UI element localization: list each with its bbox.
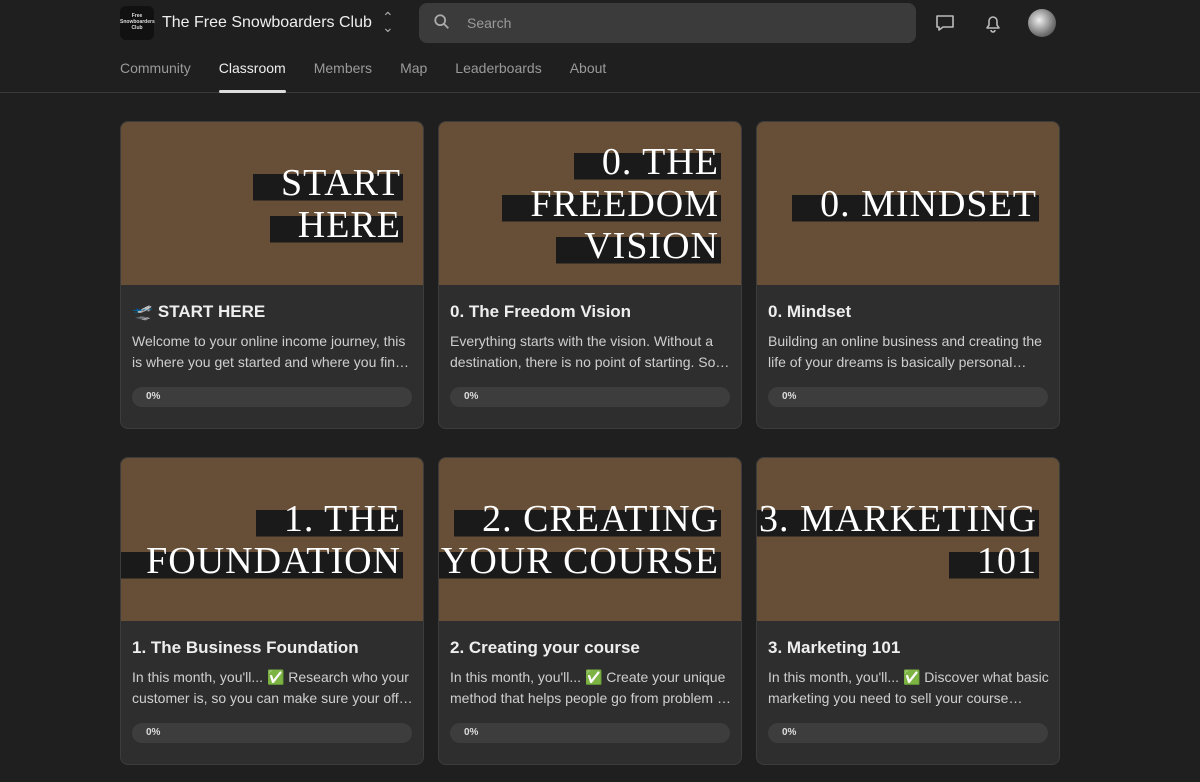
banner-line: START bbox=[252, 161, 403, 204]
progress-label: 0% bbox=[782, 391, 797, 402]
progress-label: 0% bbox=[146, 391, 161, 402]
course-card[interactable]: 0. MINDSET 0. Mindset Building an online … bbox=[756, 121, 1060, 429]
progress-bar: 0% bbox=[132, 723, 412, 743]
tab-leaderboards[interactable]: Leaderboards bbox=[455, 60, 541, 93]
banner-line: 101 bbox=[949, 539, 1039, 582]
search-icon bbox=[434, 14, 449, 29]
course-description: In this month, you'll... ✅ Create your u… bbox=[450, 669, 729, 706]
course-description: Everything starts with the vision. Witho… bbox=[450, 333, 716, 370]
group-switcher-icon[interactable]: ⌃ ⌄ bbox=[382, 10, 394, 34]
progress-label: 0% bbox=[782, 727, 797, 738]
banner-line: FREEDOM bbox=[502, 182, 721, 225]
course-banner: 1. THE FOUNDATION bbox=[121, 458, 423, 621]
banner-line: 0. THE bbox=[573, 140, 721, 183]
banner-line: 0. MINDSET bbox=[792, 182, 1039, 225]
course-card[interactable]: 3. MARKETING 101 3. Marketing 101 In this … bbox=[756, 457, 1060, 765]
course-title: 2. Creating your course bbox=[450, 638, 640, 657]
banner-line: 1. THE bbox=[255, 497, 403, 540]
top-bar: Free Snowboarders Club The Free Snowboarde… bbox=[0, 0, 1200, 93]
course-banner: 2. CREATING YOUR COURSE bbox=[439, 458, 741, 621]
user-avatar[interactable] bbox=[1028, 9, 1056, 37]
course-title: 0. Mindset bbox=[768, 302, 852, 321]
course-description: In this month, you'll... ✅ Discover what… bbox=[768, 669, 1049, 706]
tab-map[interactable]: Map bbox=[400, 60, 427, 93]
course-card[interactable]: START HERE 🛫 START HERE Welcome to your on… bbox=[120, 121, 424, 429]
progress-label: 0% bbox=[464, 727, 479, 738]
progress-bar: 0% bbox=[768, 387, 1048, 407]
nav-tabs: Community Classroom Members Map Leaderbo… bbox=[120, 60, 634, 93]
course-card[interactable]: 0. THE FREEDOM VISION 0. The Freedom Vision… bbox=[438, 121, 742, 429]
course-description: In this month, you'll... ✅ Research who … bbox=[132, 669, 412, 706]
banner-line: HERE bbox=[269, 203, 403, 246]
progress-label: 0% bbox=[146, 727, 161, 738]
progress-bar: 0% bbox=[450, 387, 730, 407]
progress-label: 0% bbox=[464, 391, 479, 402]
course-banner: 0. THE FREEDOM VISION bbox=[439, 122, 741, 285]
chat-icon[interactable] bbox=[934, 12, 956, 34]
banner-line: FOUNDATION bbox=[121, 539, 403, 582]
course-title: 🛫 START HERE bbox=[132, 302, 266, 321]
search-placeholder: Search bbox=[467, 15, 512, 31]
progress-bar: 0% bbox=[768, 723, 1048, 743]
banner-line: VISION bbox=[556, 224, 721, 267]
progress-bar: 0% bbox=[450, 723, 730, 743]
tab-community[interactable]: Community bbox=[120, 60, 191, 93]
tab-about[interactable]: About bbox=[570, 60, 607, 93]
course-description: Welcome to your online income journey, t… bbox=[132, 333, 406, 370]
course-title: 0. The Freedom Vision bbox=[450, 302, 632, 321]
course-title: 1. The Business Foundation bbox=[132, 638, 359, 657]
tab-classroom[interactable]: Classroom bbox=[218, 60, 286, 93]
course-banner: 3. MARKETING 101 bbox=[757, 458, 1059, 621]
course-grid: START HERE 🛫 START HERE Welcome to your on… bbox=[120, 121, 1060, 765]
course-title: 3. Marketing 101 bbox=[768, 638, 901, 657]
group-name[interactable]: The Free Snowboarders Club bbox=[162, 14, 372, 32]
banner-line: YOUR COURSE bbox=[439, 539, 721, 582]
course-description: Building an online business and creating… bbox=[768, 333, 1042, 370]
group-logo[interactable]: Free Snowboarders Club bbox=[120, 6, 155, 40]
course-banner: START HERE bbox=[121, 122, 423, 285]
bell-icon[interactable] bbox=[982, 12, 1004, 34]
course-banner: 0. MINDSET bbox=[757, 122, 1059, 285]
course-card[interactable]: 2. CREATING YOUR COURSE 2. Creating your c… bbox=[438, 457, 742, 765]
course-card[interactable]: 1. THE FOUNDATION 1. The Business Foundati… bbox=[120, 457, 424, 765]
tab-members[interactable]: Members bbox=[314, 60, 372, 93]
banner-line: 3. MARKETING bbox=[757, 497, 1039, 540]
banner-line: 2. CREATING bbox=[454, 497, 721, 540]
search-input[interactable]: Search bbox=[419, 3, 916, 43]
progress-bar: 0% bbox=[132, 387, 412, 407]
